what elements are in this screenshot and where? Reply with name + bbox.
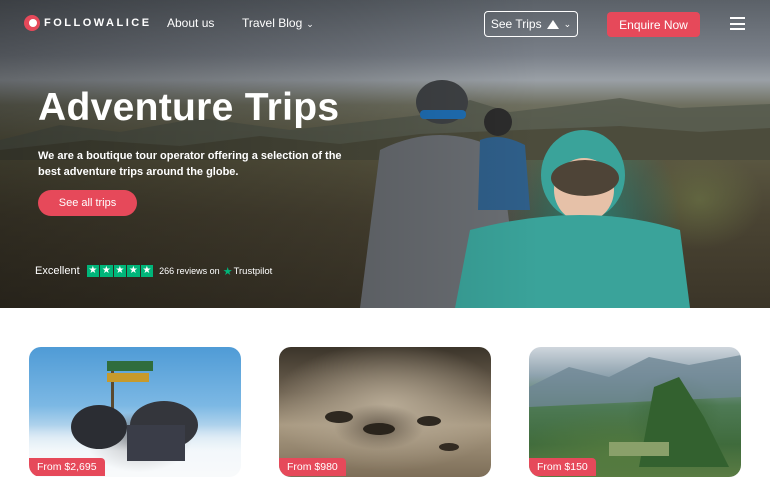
see-trips-label: See Trips [490,17,542,31]
hero-title: Adventure Trips [38,86,340,129]
site-logo[interactable]: FOLLOWALICE [24,15,152,31]
enquire-now-label: Enquire Now [619,17,688,32]
trip-price-badge: From $2,695 [29,458,105,476]
mountain-icon [546,19,559,29]
nav-about-us[interactable]: About us [167,16,214,30]
trustpilot-reviews-text: 266 reviews on [159,266,220,276]
trip-card-machu-picchu[interactable]: From $150 [529,347,741,477]
trustpilot-brand: Trustpilot [233,265,273,277]
trip-price-badge: From $150 [529,458,596,476]
hamburger-menu-icon[interactable] [730,17,745,30]
trustpilot-widget[interactable]: Excellent ★ ★ ★ ★ ★ 266 reviews on ★ Tru… [35,264,272,278]
chevron-down-icon: ⌄ [306,19,314,29]
top-navigation: FOLLOWALICE About us Travel Blog ⌄ See Tr… [0,0,770,48]
followalice-logo-icon [24,15,40,31]
nav-about-us-label: About us [167,16,215,30]
star-icon: ★ [140,264,154,278]
star-icon: ★ [127,264,140,278]
nav-travel-blog[interactable]: Travel Blog ⌄ [242,16,314,30]
chevron-down-icon: ⌄ [563,18,572,29]
star-icon: ★ [113,264,127,278]
trustpilot-logo-icon: ★ [222,265,233,278]
enquire-now-button[interactable]: Enquire Now [607,12,700,37]
nav-travel-blog-label: Travel Blog [242,16,303,30]
trip-card-kilimanjaro[interactable]: From $2,695 [29,347,241,477]
see-all-trips-label: See all trips [58,197,117,209]
hero-subtitle: We are a boutique tour operator offering… [38,150,342,178]
star-icon: ★ [100,264,113,278]
trip-price-badge: From $980 [279,458,346,476]
see-all-trips-button[interactable]: See all trips [38,190,137,216]
trustpilot-stars: ★ ★ ★ ★ ★ [86,264,154,278]
star-icon: ★ [86,264,100,278]
trustpilot-rating-label: Excellent [35,265,80,277]
see-trips-button[interactable]: See Trips ⌄ [484,11,578,37]
logo-text: FOLLOWALICE [44,17,152,29]
trip-card-migration[interactable]: From $980 [279,347,491,477]
